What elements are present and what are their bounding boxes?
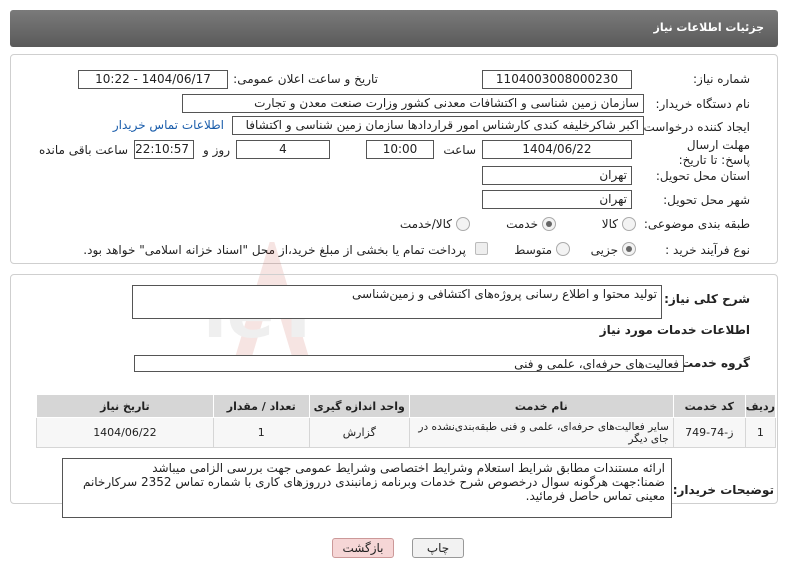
col-date: تاریخ نیاز (36, 394, 214, 418)
page-header: جزئیات اطلاعات نیاز (10, 10, 778, 47)
cell-unit: گزارش (308, 417, 410, 448)
services-table: ردیف کد خدمت نام خدمت واحد اندازه گیری ت… (36, 394, 777, 448)
cell-row: 1 (744, 417, 777, 448)
process-radio-motevaset[interactable] (556, 242, 570, 256)
province-field[interactable]: تهران (482, 166, 632, 185)
col-code: کد خدمت (672, 394, 746, 418)
announce-field[interactable]: 1404/06/17 - 10:22 (78, 70, 228, 89)
deadline-label: مهلت ارسال پاسخ: تا تاریخ: (678, 138, 750, 167)
treasury-checkbox[interactable] (475, 242, 488, 255)
col-unit: واحد اندازه گیری (308, 394, 410, 418)
category-option-kala: کالا (601, 217, 618, 231)
buyer-notes-line1: ارائه مستندات مطابق شرایط استعلام وشرایط… (152, 461, 665, 475)
buyer-contact-link[interactable]: اطلاعات تماس خریدار (113, 118, 224, 132)
table-header-row: ردیف کد خدمت نام خدمت واحد اندازه گیری ت… (36, 394, 777, 418)
process-radio-jozi[interactable] (622, 242, 636, 256)
category-radio-khedmat[interactable] (542, 217, 556, 231)
days-field[interactable]: 4 (236, 140, 330, 159)
service-group-label: گروه خدمت: (676, 356, 750, 370)
category-radio-kala[interactable] (622, 217, 636, 231)
need-number-field[interactable]: 1104003008000230 (482, 70, 632, 89)
deadline-time-field[interactable]: 10:00 (366, 140, 434, 159)
process-option-motevaset: متوسط (514, 243, 552, 257)
print-button[interactable]: چاپ (412, 538, 464, 558)
process-label: نوع فرآیند خرید : (665, 243, 750, 257)
remaining-time-field[interactable]: 22:10:57 (134, 140, 194, 159)
description-label: شرح کلی نیاز: (664, 292, 750, 306)
remaining-label: ساعت باقی مانده (38, 143, 128, 157)
process-option-jozi: جزیی (590, 243, 618, 257)
need-number-label: شماره نیاز: (693, 72, 750, 86)
payment-note: پرداخت تمام یا بخشی از مبلغ خرید،از محل … (83, 243, 466, 257)
col-name: نام خدمت (408, 394, 674, 418)
back-button[interactable]: بازگشت (332, 538, 394, 558)
services-section-title: اطلاعات خدمات مورد نیاز (599, 323, 750, 337)
category-option-kala-khedmat: کالا/خدمت (399, 217, 452, 231)
description-field[interactable]: تولید محتوا و اطلاع رسانی پروژه‌های اکتش… (132, 285, 662, 319)
creator-field[interactable]: اکبر شاکرخلیفه کندی کارشناس امور قرارداد… (232, 116, 644, 135)
deadline-date-field[interactable]: 1404/06/22 (482, 140, 632, 159)
creator-label: ایجاد کننده درخواست: (639, 120, 750, 134)
city-field[interactable]: تهران (482, 190, 632, 209)
days-label: روز و (203, 143, 230, 157)
time-label: ساعت (443, 143, 476, 157)
category-option-khedmat: خدمت (506, 217, 538, 231)
cell-date: 1404/06/22 (36, 417, 214, 448)
category-label: طبقه بندی موضوعی: (643, 217, 750, 231)
cell-code: ز-74-749 (672, 417, 746, 448)
buyer-notes-line2: ضمنا:جهت هرگونه سوال درخصوص شرح خدمات وب… (82, 475, 665, 503)
col-row: ردیف (744, 394, 777, 418)
announce-label: تاریخ و ساعت اعلان عمومی: (233, 72, 378, 86)
cell-qty: 1 (212, 417, 310, 448)
buyer-field[interactable]: سازمان زمین شناسی و اکتشافات معدنی کشور … (182, 94, 644, 113)
table-row[interactable]: 1 ز-74-749 سایر فعالیت‌های حرفه‌ای، علمی… (36, 417, 777, 448)
service-group-field[interactable]: فعالیت‌های حرفه‌ای، علمی و فنی (134, 355, 684, 372)
page-title: جزئیات اطلاعات نیاز (653, 21, 765, 34)
province-label: استان محل تحویل: (655, 169, 750, 183)
cell-name: سایر فعالیت‌های حرفه‌ای، علمی و فنی طبقه… (408, 417, 674, 448)
city-label: شهر محل تحویل: (663, 193, 750, 207)
category-radio-kala-khedmat[interactable] (456, 217, 470, 231)
col-qty: تعداد / مقدار (212, 394, 310, 418)
buyer-notes-label: توضیحات خریدار: (672, 483, 774, 497)
buyer-notes-field[interactable]: ارائه مستندات مطابق شرایط استعلام وشرایط… (62, 458, 672, 518)
buyer-label: نام دستگاه خریدار: (655, 97, 751, 111)
